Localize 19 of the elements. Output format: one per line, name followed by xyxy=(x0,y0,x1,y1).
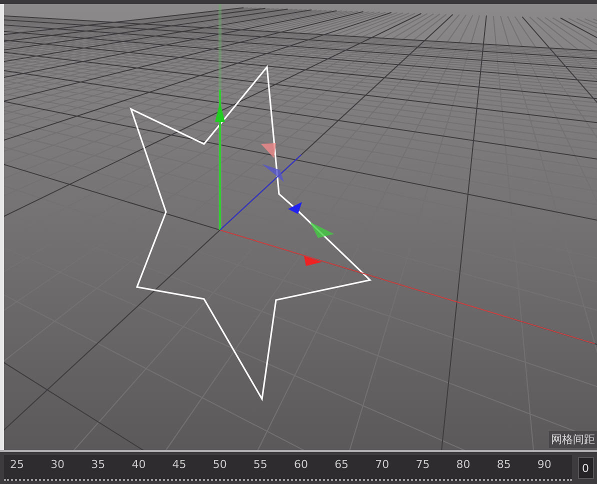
frame-number: 25 xyxy=(9,458,25,471)
frame-number: 50 xyxy=(212,458,228,471)
frame-number: 35 xyxy=(90,458,106,471)
star-spline[interactable] xyxy=(130,64,372,402)
frame-number: 90 xyxy=(536,458,552,471)
current-frame-field[interactable]: 0 xyxy=(578,457,594,479)
frame-number: 55 xyxy=(252,458,268,471)
viewport-label: 网格间距 xyxy=(549,431,597,448)
frame-number: 40 xyxy=(130,458,147,471)
frame-number: 85 xyxy=(496,458,512,471)
frame-number: 70 xyxy=(374,458,390,471)
frame-number: 30 xyxy=(50,458,66,471)
frame-number: 75 xyxy=(414,458,431,471)
frame-number: 80 xyxy=(455,458,472,471)
frame-number: 60 xyxy=(293,458,309,471)
move-gizmo[interactable] xyxy=(215,90,596,344)
frame-number: 65 xyxy=(334,458,350,471)
timeline-ruler[interactable]: 25 30 35 40 45 50 55 60 65 70 75 80 85 90 xyxy=(4,455,572,481)
frame-number: 45 xyxy=(171,458,188,471)
